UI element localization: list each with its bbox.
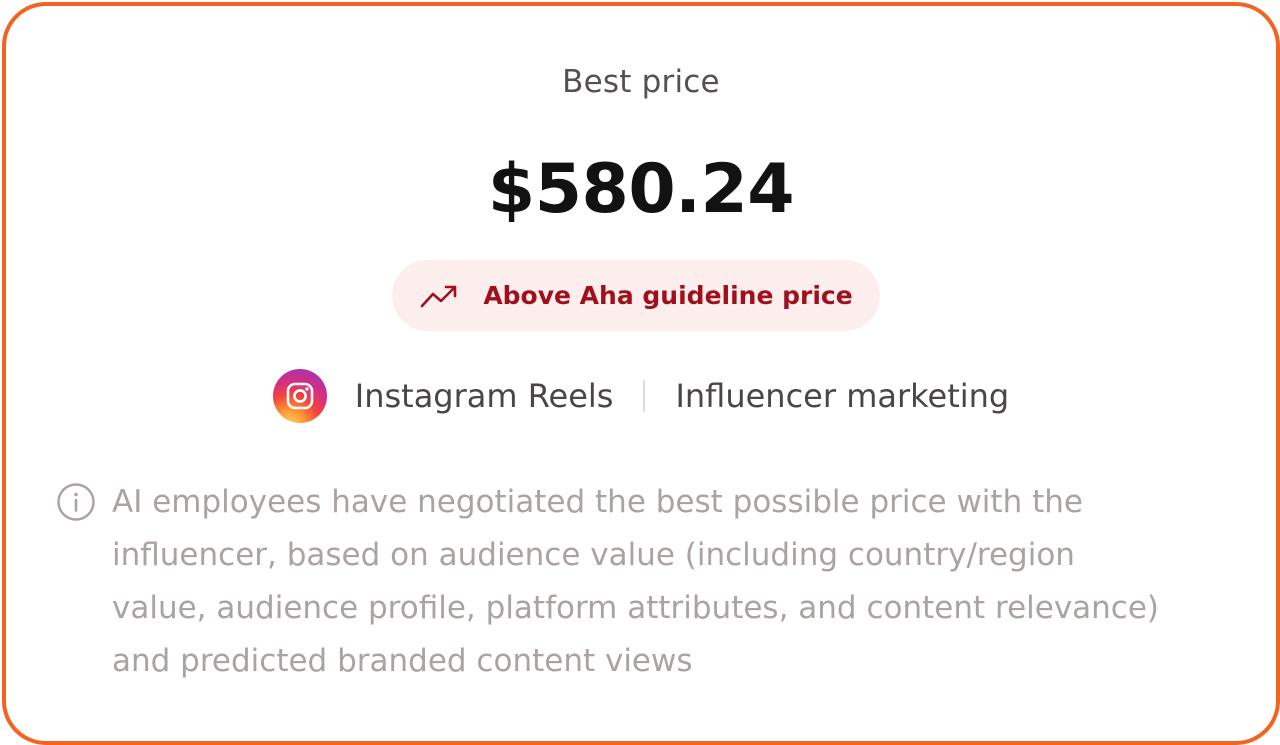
platform-row: Instagram Reels Influencer marketing (6, 368, 1276, 424)
info-text: AI employees have negotiated the best po… (112, 484, 1160, 679)
guideline-price-badge: Above Aha guideline price (392, 260, 880, 331)
meta-divider (643, 380, 646, 412)
instagram-icon (272, 369, 327, 423)
card-title: Best price (562, 64, 720, 100)
info-icon (56, 482, 96, 522)
best-price-value: $580.24 (487, 150, 795, 229)
category-name: Influencer marketing (675, 377, 1010, 415)
badge-label: Above Aha guideline price (483, 281, 853, 310)
info-note: AI employees have negotiated the best po… (56, 476, 1166, 688)
price-card: Best price $580.24 Above Aha guideline p… (2, 2, 1280, 745)
trending-up-icon (419, 282, 459, 310)
platform-name: Instagram Reels (354, 377, 614, 415)
